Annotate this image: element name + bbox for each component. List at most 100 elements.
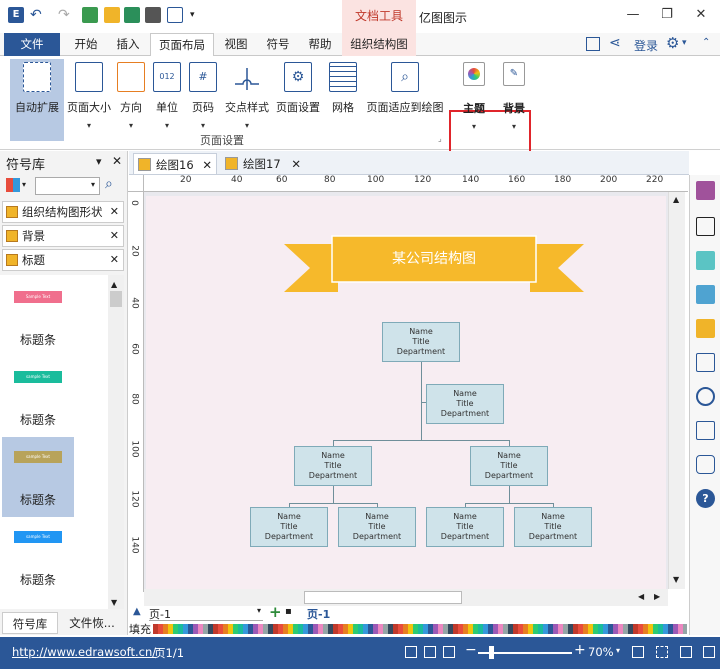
theme-button[interactable]: 主题 ▾: [456, 59, 492, 141]
library-scrollbar[interactable]: ▲ ▼: [108, 275, 124, 609]
scroll-left-icon[interactable]: ◀: [638, 592, 644, 601]
pin-icon[interactable]: ▾: [96, 155, 102, 168]
library-menu-arrow-icon[interactable]: ▾: [22, 180, 26, 189]
tab-help[interactable]: 帮助: [300, 33, 340, 56]
auto-expand-button[interactable]: 自动扩展: [10, 59, 64, 141]
close-panel-icon[interactable]: ✕: [112, 154, 122, 168]
doc-tab-16[interactable]: 绘图16 ✕: [133, 153, 217, 175]
tab-org-chart[interactable]: 组织结构图: [342, 33, 416, 56]
library-menu-icon[interactable]: [6, 178, 20, 192]
scroll-thumb[interactable]: [110, 291, 122, 307]
jump-style-button[interactable]: 交点样式 ▾: [222, 59, 272, 141]
login-link[interactable]: 登录: [634, 37, 658, 54]
close-category-icon[interactable]: ✕: [110, 202, 119, 222]
settings-icon[interactable]: ⚙: [666, 34, 679, 52]
customize-icon[interactable]: ▾: [190, 7, 206, 23]
org-box-assistant[interactable]: Name Title Department: [426, 384, 504, 424]
org-box-leaf-1[interactable]: Name Title Department: [250, 507, 328, 547]
zoom-level[interactable]: 70%: [588, 645, 614, 659]
save-icon[interactable]: [124, 7, 140, 23]
drawing-page[interactable]: 某公司结构图 Name Title Department Name Title Depa…: [146, 196, 666, 590]
line-icon[interactable]: [696, 217, 715, 236]
fit-width-icon[interactable]: [656, 646, 668, 658]
scroll-up-icon[interactable]: ▲: [111, 280, 117, 289]
comment-icon[interactable]: [696, 455, 715, 474]
page-select[interactable]: 页-1 ▾: [149, 606, 263, 621]
view-fullscreen-icon[interactable]: [443, 646, 455, 658]
fit-drawing-icon[interactable]: [680, 646, 692, 658]
website-link[interactable]: http://www.edrawsoft.cn/: [12, 645, 156, 659]
minimize-button[interactable]: —: [618, 4, 648, 26]
fill-icon[interactable]: [696, 181, 715, 200]
canvas-horizontal-scrollbar[interactable]: ◀ ▶: [144, 589, 668, 606]
tab-page-layout[interactable]: 页面布局: [150, 33, 214, 57]
org-box-leaf-3[interactable]: Name Title Department: [426, 507, 504, 547]
fit-page-to-drawing-button[interactable]: ⌕ 页面适应到绘图: [364, 59, 446, 141]
help-icon[interactable]: ?: [696, 489, 715, 508]
color-swatches[interactable]: [153, 624, 687, 634]
scroll-down-icon[interactable]: ▼: [673, 575, 679, 584]
zoom-in-icon[interactable]: +: [574, 642, 586, 658]
view-page-icon[interactable]: [424, 646, 436, 658]
shadow-icon[interactable]: [696, 251, 715, 270]
maximize-button[interactable]: ❐: [652, 4, 682, 26]
canvas-vertical-scrollbar[interactable]: ▲ ▼: [668, 192, 685, 589]
zoom-dropdown-icon[interactable]: ▾: [616, 646, 620, 655]
doc-tab-17[interactable]: 绘图17 ✕: [221, 153, 305, 175]
tab-symbol-library[interactable]: 符号库: [2, 612, 58, 634]
scroll-up-icon[interactable]: ▲: [673, 195, 679, 204]
share-screen-icon[interactable]: [586, 37, 600, 51]
tab-home[interactable]: 开始: [66, 33, 106, 56]
fit-page-icon[interactable]: [632, 646, 644, 658]
open-file-icon[interactable]: [104, 7, 120, 23]
view-normal-icon[interactable]: [405, 646, 417, 658]
add-page-icon[interactable]: +: [269, 603, 282, 621]
org-box-root[interactable]: Name Title Department: [382, 322, 460, 362]
page-size-button[interactable]: 页面大小 ▾: [66, 59, 112, 141]
settings-dropdown-icon[interactable]: ▾: [682, 38, 687, 48]
search-icon[interactable]: ⌕: [105, 176, 113, 192]
page-setup-button[interactable]: ⚙ 页面设置: [274, 59, 322, 141]
new-file-icon[interactable]: [82, 7, 98, 23]
grid-button[interactable]: 网格: [326, 59, 360, 141]
color-palette[interactable]: 填充: [129, 622, 689, 636]
close-category-icon[interactable]: ✕: [110, 226, 119, 246]
print-icon[interactable]: [145, 7, 161, 23]
full-view-icon[interactable]: [703, 646, 715, 658]
redo-icon[interactable]: ↷: [58, 7, 74, 23]
share-icon[interactable]: ⋖: [609, 35, 621, 51]
tab-file-recovery[interactable]: 文件恢...: [60, 612, 124, 634]
collapse-ribbon-icon[interactable]: ⌃: [702, 37, 710, 48]
tab-insert[interactable]: 插入: [108, 33, 148, 56]
close-button[interactable]: ✕: [686, 4, 716, 26]
close-tab-icon[interactable]: ✕: [291, 153, 301, 175]
hyperlink-icon[interactable]: [696, 387, 715, 406]
org-box-left[interactable]: Name Title Department: [294, 446, 372, 486]
attachment-icon[interactable]: [696, 421, 715, 440]
zoom-out-icon[interactable]: −: [465, 642, 477, 658]
org-box-leaf-4[interactable]: Name Title Department: [514, 507, 592, 547]
shape-title-bar-blue[interactable]: sample Text 标题条: [2, 517, 74, 597]
units-button[interactable]: 012 单位 ▾: [150, 59, 184, 141]
page-tab-1[interactable]: 页-1: [307, 606, 330, 622]
library-category-org[interactable]: 组织结构图形状 ✕: [2, 201, 124, 223]
scroll-right-icon[interactable]: ▶: [654, 592, 660, 601]
tab-file[interactable]: 文件: [4, 33, 60, 56]
tab-view[interactable]: 视图: [216, 33, 256, 56]
group-launcher-icon[interactable]: ⌟: [438, 134, 442, 143]
page-number-button[interactable]: # 页码 ▾: [186, 59, 220, 141]
shape-title-bar-gold[interactable]: sample Text 标题条: [2, 437, 74, 517]
undo-icon[interactable]: ↶: [30, 7, 46, 23]
library-category-background[interactable]: 背景 ✕: [2, 225, 124, 247]
library-category-title[interactable]: 标题 ✕: [2, 249, 124, 271]
shape-title-bar-teal[interactable]: sample Text 标题条: [2, 357, 74, 437]
scroll-down-icon[interactable]: ▼: [111, 598, 117, 607]
search-dropdown-icon[interactable]: ▾: [91, 180, 95, 189]
close-category-icon[interactable]: ✕: [110, 250, 119, 270]
org-box-leaf-2[interactable]: Name Title Department: [338, 507, 416, 547]
image-icon[interactable]: [696, 285, 715, 304]
export-icon[interactable]: [167, 7, 183, 23]
layers-icon[interactable]: [696, 319, 715, 338]
diagram-title[interactable]: 某公司结构图: [334, 248, 534, 268]
background-button[interactable]: ✎ 背景 ▾: [496, 59, 532, 141]
